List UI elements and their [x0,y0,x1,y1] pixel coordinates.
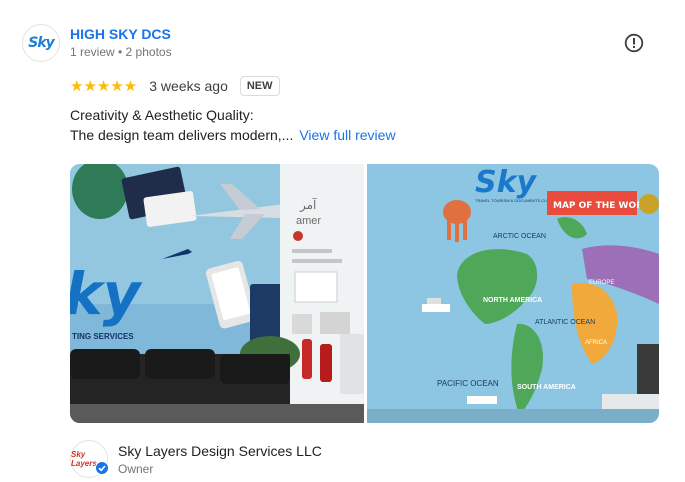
review-time: 3 weeks ago [149,78,228,94]
photo-right-logo: Sky [475,165,538,200]
rating-row: ★★★★★ 3 weeks ago NEW [70,74,280,98]
photo-left-logo-sub: TING SERVICES [72,332,134,341]
owner-role: Owner [118,462,154,476]
photo-office-wall[interactable]: ky TING SERVICES آمر amer [70,164,364,423]
review-photos: ky TING SERVICES آمر amer Sky TRAVEL TOU… [70,164,659,423]
reviewer-avatar[interactable]: Sky [22,24,60,62]
review-text-line1: Creativity & Aesthetic Quality: [70,107,254,123]
reviewer-avatar-logo: Sky [28,35,55,51]
photo-left-sign-arabic: آمر [299,197,317,213]
report-icon[interactable] [624,33,644,53]
map-label-south-america: SOUTH AMERICA [517,384,576,391]
photo-world-map[interactable]: Sky TRAVEL TOURISM & DOCUMENTS CLEARING … [367,164,659,423]
verified-check-icon [95,461,109,475]
new-badge: NEW [239,76,280,96]
reviewer-meta: 1 review • 2 photos [70,45,172,59]
map-label-arctic: ARCTIC OCEAN [493,233,546,240]
star-rating: ★★★★★ [70,78,138,95]
owner-name: Sky Layers Design Services LLC [118,443,322,459]
map-label-africa: AFRICA [585,340,607,346]
map-label-north-america: NORTH AMERICA [483,297,542,304]
photo-office-wall-image: ky TING SERVICES آمر amer [70,164,364,423]
review-excerpt: The design team delivers modern,... [70,127,294,143]
map-label-europe: EUROPE [589,280,614,286]
map-label-atlantic: ATLANTIC OCEAN [535,319,595,326]
photo-left-sign-latin: amer [296,215,321,227]
view-full-review-link[interactable]: View full review [299,127,395,143]
photo-world-map-image: Sky TRAVEL TOURISM & DOCUMENTS CLEARING … [367,164,659,423]
reviewer-name[interactable]: HIGH SKY DCS [70,26,171,42]
review-text-line2: The design team delivers modern,... View … [70,127,396,143]
photo-left-logo: ky [70,260,143,328]
map-label-pacific: PACIFIC OCEAN [437,379,499,388]
